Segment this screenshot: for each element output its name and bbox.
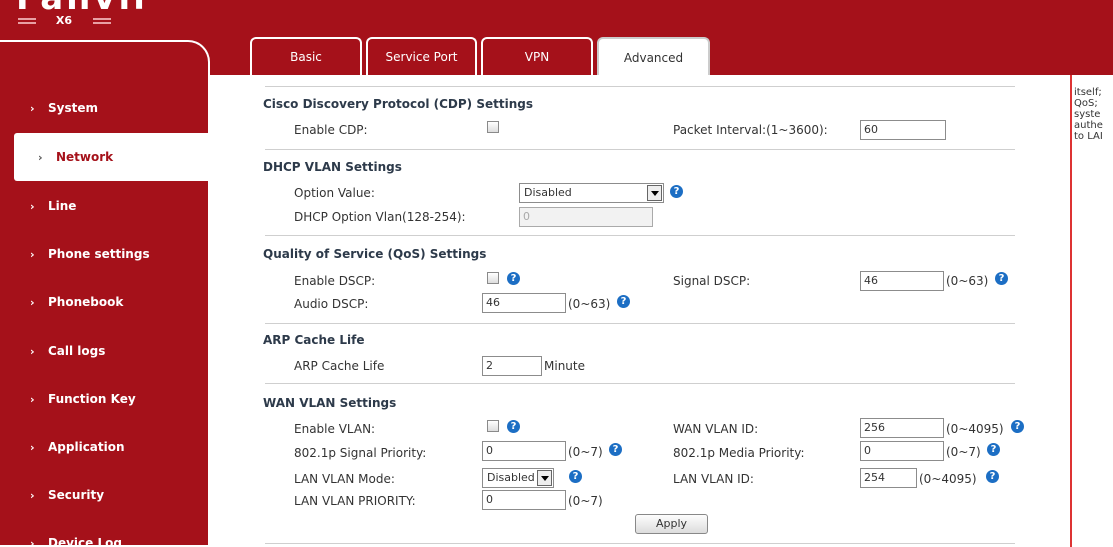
lan-vlan-mode-label: LAN VLAN Mode: (294, 472, 395, 486)
help-icon[interactable]: ? (1011, 420, 1024, 433)
divider (265, 235, 1015, 236)
media-priority-input[interactable]: 0 (860, 441, 944, 461)
qos-section-title: Quality of Service (QoS) Settings (263, 247, 487, 261)
enable-vlan-label: Enable VLAN: (294, 422, 376, 436)
divider (265, 86, 1015, 87)
chevron-down-icon (537, 470, 552, 486)
chevron-right-icon: › (30, 247, 35, 261)
arp-section-title: ARP Cache Life (263, 333, 365, 347)
chevron-right-icon: › (30, 344, 35, 358)
signal-priority-range: (0~7) (568, 445, 603, 459)
wan-vlan-section-title: WAN VLAN Settings (263, 396, 397, 410)
chevron-right-icon: › (30, 536, 35, 547)
chevron-right-icon: › (30, 101, 35, 115)
packet-interval-input[interactable]: 60 (860, 120, 946, 140)
signal-priority-label: 802.1p Signal Priority: (294, 446, 427, 460)
wan-vlan-id-input[interactable]: 256 (860, 418, 944, 438)
lan-vlan-id-range: (0~4095) (919, 472, 977, 486)
lan-vlan-id-label: LAN VLAN ID: (673, 472, 754, 486)
enable-vlan-checkbox[interactable] (487, 420, 499, 432)
brand-logo: Fanvil X6 (0, 0, 150, 36)
dhcp-option-vlan-input[interactable]: 0 (519, 207, 653, 227)
divider (265, 323, 1015, 324)
sidebar-item-phone-settings[interactable]: › Phone settings (0, 230, 208, 278)
signal-dscp-label: Signal DSCP: (673, 274, 751, 288)
lan-vlan-mode-select[interactable]: Disabled (482, 468, 554, 488)
help-icon[interactable]: ? (995, 272, 1008, 285)
help-panel: itself; QoS; syste authe to LAI (1070, 75, 1113, 547)
lan-vlan-priority-label: LAN VLAN PRIORITY: (294, 494, 416, 508)
wan-vlan-id-label: WAN VLAN ID: (673, 422, 759, 436)
audio-dscp-range: (0~63) (568, 297, 611, 311)
lan-vlan-priority-input[interactable]: 0 (482, 490, 566, 510)
lan-vlan-priority-range: (0~7) (568, 494, 603, 508)
help-icon[interactable]: ? (670, 185, 683, 198)
media-priority-label: 802.1p Media Priority: (673, 446, 805, 460)
audio-dscp-label: Audio DSCP: (294, 297, 369, 311)
help-icon[interactable]: ? (986, 470, 999, 483)
signal-dscp-range: (0~63) (946, 274, 989, 288)
sidebar-item-system[interactable]: › System (0, 84, 208, 132)
settings-panel: Cisco Discovery Protocol (CDP) Settings … (210, 75, 1070, 547)
sidebar-item-network[interactable]: › Network (14, 133, 210, 181)
sidebar-item-phonebook[interactable]: › Phonebook (0, 278, 208, 326)
chevron-right-icon: › (30, 295, 35, 309)
tab-advanced[interactable]: Advanced (597, 37, 710, 77)
enable-cdp-label: Enable CDP: (294, 123, 368, 137)
cdp-section-title: Cisco Discovery Protocol (CDP) Settings (263, 97, 533, 111)
chevron-right-icon: › (30, 199, 35, 213)
tab-vpn[interactable]: VPN (481, 37, 593, 75)
chevron-right-icon: › (30, 488, 35, 502)
tab-basic[interactable]: Basic (250, 37, 362, 75)
sidebar-item-line[interactable]: › Line (0, 182, 208, 230)
tab-service-port[interactable]: Service Port (366, 37, 477, 75)
help-icon[interactable]: ? (507, 272, 520, 285)
help-icon[interactable]: ? (507, 420, 520, 433)
option-value-label: Option Value: (294, 186, 375, 200)
sidebar-item-security[interactable]: › Security (0, 471, 208, 519)
chevron-right-icon: › (30, 392, 35, 406)
help-panel-text: itself; QoS; syste authe to LAI (1074, 87, 1103, 142)
arp-cache-life-label: ARP Cache Life (294, 359, 385, 373)
chevron-right-icon: › (30, 440, 35, 454)
enable-dscp-label: Enable DSCP: (294, 274, 376, 288)
help-icon[interactable]: ? (987, 443, 1000, 456)
dhcp-option-vlan-label: DHCP Option Vlan(128-254): (294, 210, 466, 224)
dhcp-vlan-section-title: DHCP VLAN Settings (263, 160, 402, 174)
help-icon[interactable]: ? (569, 470, 582, 483)
chevron-down-icon (647, 185, 662, 201)
lan-vlan-id-input[interactable]: 254 (860, 468, 917, 488)
apply-button[interactable]: Apply (635, 514, 708, 534)
signal-dscp-input[interactable]: 46 (860, 271, 944, 291)
arp-unit-label: Minute (544, 359, 585, 373)
packet-interval-label: Packet Interval:(1~3600): (673, 123, 828, 137)
media-priority-range: (0~7) (946, 445, 981, 459)
wan-vlan-id-range: (0~4095) (946, 422, 1004, 436)
help-icon[interactable]: ? (617, 295, 630, 308)
signal-priority-input[interactable]: 0 (482, 441, 566, 461)
divider (265, 543, 1015, 544)
enable-cdp-checkbox[interactable] (487, 121, 499, 133)
arp-cache-life-input[interactable]: 2 (482, 356, 542, 376)
sidebar-item-call-logs[interactable]: › Call logs (0, 327, 208, 375)
divider (265, 383, 1015, 384)
option-value-select[interactable]: Disabled (519, 183, 664, 203)
sidebar-item-device-log[interactable]: › Device Log (0, 519, 208, 547)
chevron-right-icon: › (38, 150, 43, 164)
enable-dscp-checkbox[interactable] (487, 272, 499, 284)
model-label: X6 (55, 14, 73, 27)
audio-dscp-input[interactable]: 46 (482, 293, 566, 313)
help-icon[interactable]: ? (609, 443, 622, 456)
sidebar-item-function-key[interactable]: › Function Key (0, 375, 208, 423)
divider (265, 149, 1015, 150)
sidebar-item-application[interactable]: › Application (0, 423, 208, 471)
